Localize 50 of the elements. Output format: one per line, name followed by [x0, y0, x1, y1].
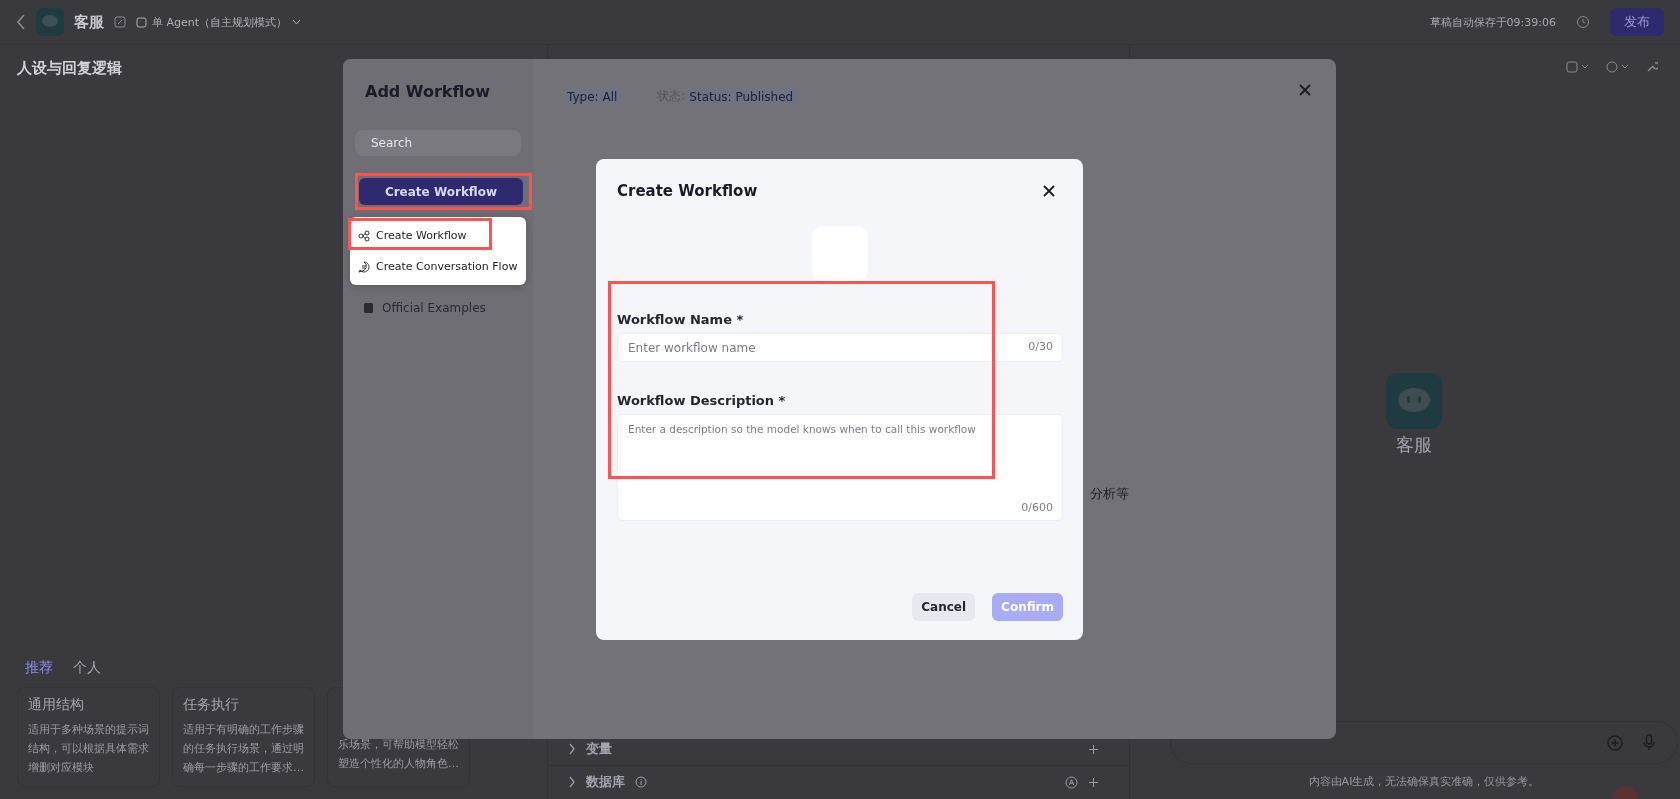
chevron-right-icon[interactable] [568, 776, 576, 788]
menu-item[interactable]: Create Workflow [350, 220, 526, 251]
edit-icon[interactable] [114, 16, 126, 28]
character-counter: 0/30 [1028, 340, 1053, 353]
autosave-status: 草稿自动保存于09:39:06 [1429, 14, 1556, 30]
model-icon[interactable] [1606, 61, 1630, 73]
dialog-title: Create Workflow [617, 182, 758, 200]
bot-avatar-icon [1386, 373, 1442, 429]
chevron-right-icon[interactable] [568, 743, 576, 755]
field-label: Workflow Name * [617, 312, 745, 327]
layout-icon[interactable] [1566, 61, 1590, 73]
nodes-icon [358, 229, 370, 242]
field-label: Workflow Description * [617, 393, 787, 408]
ai-disclaimer: 内容由AI生成，无法确保真实准确，仅供参考。 [1308, 774, 1540, 789]
template-description: 乐场景，可帮助模型轻松 塑造个性化的人物角色… [338, 737, 459, 772]
info-icon[interactable] [635, 776, 647, 788]
history-icon[interactable] [1576, 15, 1590, 29]
template-card[interactable]: 任务执行 适用于有明确的工作步骤 的任务执行场景，通过明 确每一步骤的工作要求… [172, 687, 315, 787]
character-counter: 0/600 [1021, 501, 1053, 514]
template-tab[interactable]: 推荐 [25, 659, 53, 677]
modal-title: Add Workflow [365, 82, 492, 101]
template-description: 适用于多种场景的提示词 结构，可以根据具体需求 增删对应模块 [28, 722, 149, 776]
auto-icon[interactable] [1065, 775, 1078, 789]
section-label[interactable]: 变量 [586, 740, 612, 758]
section-label[interactable]: 数据库 [586, 773, 625, 791]
publish-button[interactable]: 发布 [1610, 8, 1664, 36]
agent-icon [136, 16, 147, 28]
template-card[interactable]: 通用结构 适用于多种场景的提示词 结构，可以根据具体需求 增删对应模块 [17, 687, 160, 787]
mode-dropdown[interactable]: 单 Agent（自主规划模式） [136, 14, 302, 30]
section-title: 人设与回复逻辑 [16, 58, 123, 79]
app-name: 客服 [74, 12, 104, 32]
template-description: 适用于有明确的工作步骤 的任务执行场景，通过明 确每一步骤的工作要求… [183, 722, 304, 776]
menu-item[interactable]: Create Conversation Flow [350, 251, 526, 282]
filter-dropdown[interactable]: Type: All [565, 88, 620, 105]
template-tab[interactable]: 个人 [73, 659, 101, 677]
plus-icon[interactable] [1088, 776, 1099, 788]
close-icon[interactable] [1043, 185, 1055, 197]
bot-name: 客服 [1396, 433, 1432, 457]
create-workflow-button[interactable]: Create Workflow [359, 178, 523, 205]
bot-logo-icon [36, 8, 64, 36]
search-field[interactable]: Search [355, 130, 521, 156]
sidebar-item[interactable]: Official Examples [355, 301, 521, 315]
caret-icon [292, 19, 302, 25]
book-icon [363, 302, 374, 314]
filter-dropdown[interactable]: Status: Published [687, 88, 796, 105]
template-title: 通用结构 [28, 696, 85, 714]
plus-icon[interactable] [1088, 743, 1099, 755]
skill-description: 分析等 [1090, 485, 1129, 503]
cancel-button[interactable]: Cancel [912, 593, 976, 621]
template-title: 任务执行 [183, 696, 240, 714]
